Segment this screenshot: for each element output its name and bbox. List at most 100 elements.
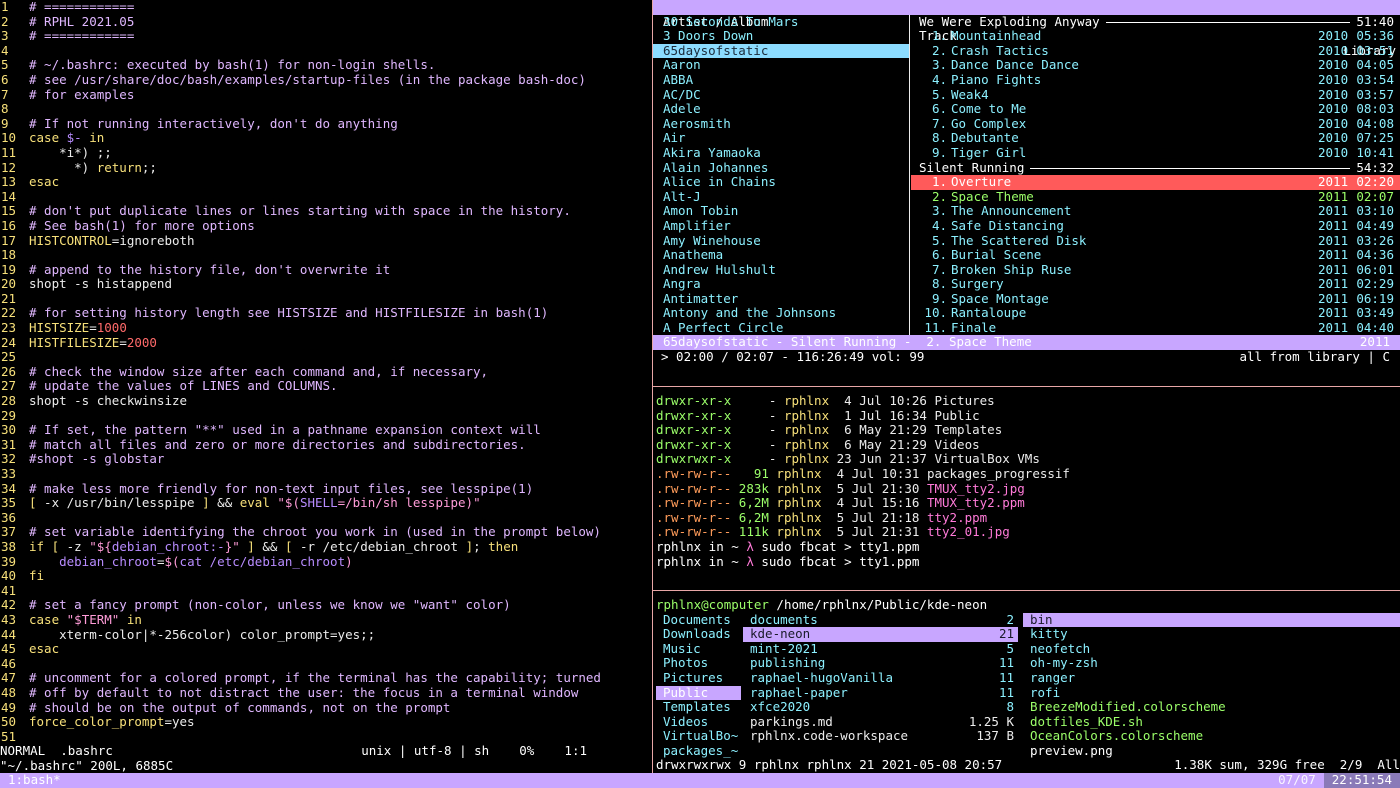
vim-line[interactable]: 13 esac bbox=[0, 175, 652, 190]
vim-line[interactable]: 42 # set a fancy prompt (non-color, unles… bbox=[0, 598, 652, 613]
vim-line[interactable]: 38 if [ -z "${debian_chroot:-}" ] && [ -r… bbox=[0, 540, 652, 555]
ls-filename[interactable]: Public bbox=[934, 409, 979, 423]
track-row[interactable]: 7. Go Complex 2010 04:08 bbox=[911, 116, 1400, 132]
vim-line[interactable]: 27 # update the values of LINES and COLUM… bbox=[0, 379, 652, 394]
ls-filename[interactable]: tty2.ppm bbox=[927, 511, 987, 525]
vim-line[interactable]: 4 bbox=[0, 44, 652, 59]
vim-line[interactable]: 3 # ============ bbox=[0, 29, 652, 44]
artist-item[interactable]: Akira Yamaoka bbox=[653, 145, 909, 161]
track-row[interactable]: 6. Burial Scene 2011 04:36 bbox=[911, 247, 1400, 263]
ranger-entry[interactable]: Templates bbox=[656, 700, 741, 715]
vim-line[interactable]: 45 esac bbox=[0, 642, 652, 657]
cmus-pane[interactable]: Artist / Album Track Library 30 Seconds … bbox=[653, 0, 1400, 370]
ranger-entry[interactable]: Videos bbox=[656, 715, 741, 730]
artist-item[interactable]: ABBA bbox=[653, 72, 909, 88]
ranger-entry[interactable]: Music bbox=[656, 642, 741, 657]
track-row[interactable]: 8. Debutante 2010 07:25 bbox=[911, 131, 1400, 146]
artist-item[interactable]: Air bbox=[653, 131, 909, 146]
vim-line[interactable]: 10 case $- in bbox=[0, 131, 652, 146]
track-row[interactable]: 4. Safe Distancing 2011 04:49 bbox=[911, 218, 1400, 234]
vim-line[interactable]: 22 # for setting history length see HISTS… bbox=[0, 306, 652, 321]
artist-item[interactable]: AC/DC bbox=[653, 87, 909, 103]
ls-filename[interactable]: Templates bbox=[934, 423, 1002, 437]
vim-line[interactable]: 20 shopt -s histappend bbox=[0, 277, 652, 292]
vim-line[interactable]: 35 [ -x /usr/bin/lesspipe ] && eval "$(SH… bbox=[0, 496, 652, 511]
cmus-artist-list[interactable]: 30 Seconds To Mars 3 Doors Down 65daysofst… bbox=[653, 14, 909, 336]
vim-line[interactable]: 49 # should be on the output of commands,… bbox=[0, 701, 652, 716]
vim-line[interactable]: 9 # If not running interactively, don't d… bbox=[0, 117, 652, 132]
vim-line[interactable]: 23 HISTSIZE=1000 bbox=[0, 321, 652, 336]
track-row[interactable]: 3. The Announcement 2011 03:10 bbox=[911, 204, 1400, 219]
vim-line[interactable]: 30 # If set, the pattern "**" used in a p… bbox=[0, 423, 652, 438]
shell-prompt-line[interactable]: rphlnx in ~ λ sudo fbcat > tty1.ppm bbox=[656, 555, 1400, 570]
vim-line[interactable]: 46 bbox=[0, 657, 652, 672]
ranger-entry[interactable]: xfce2020 8 bbox=[743, 700, 1018, 715]
pane-divider-horizontal[interactable] bbox=[653, 590, 1400, 591]
artist-item[interactable]: Amon Tobin bbox=[653, 204, 909, 219]
artist-item[interactable]: Amy Winehouse bbox=[653, 233, 909, 249]
ranger-entry[interactable]: Downloads bbox=[656, 627, 741, 642]
vim-line[interactable]: 5 # ~/.bashrc: executed by bash(1) for no… bbox=[0, 58, 652, 73]
vim-line[interactable]: 14 bbox=[0, 190, 652, 205]
vim-line[interactable]: 48 # off by default to not distract the u… bbox=[0, 686, 652, 701]
vim-line[interactable]: 25 bbox=[0, 350, 652, 365]
artist-item[interactable]: Antony and the Johnsons bbox=[653, 306, 909, 321]
track-row[interactable]: 7. Broken Ship Ruse 2011 06:01 bbox=[911, 262, 1400, 278]
ranger-entry[interactable]: VirtualBo~ bbox=[656, 729, 741, 744]
artist-item[interactable]: Alt-J bbox=[653, 189, 909, 205]
artist-item[interactable]: Adele bbox=[653, 102, 909, 117]
track-row[interactable]: 1. Overture 2011 02:20 bbox=[911, 175, 1400, 190]
ranger-parent-column[interactable]: Documents Downloads Music Photos Pictures Pub… bbox=[656, 613, 741, 759]
ranger-entry[interactable]: documents 2 bbox=[743, 612, 1018, 628]
ranger-preview-entry[interactable]: kitty bbox=[1023, 627, 1400, 642]
vim-line[interactable]: 44 xterm-color|*-256color) color_prompt=… bbox=[0, 628, 652, 643]
vim-line[interactable]: 24 HISTFILESIZE=2000 bbox=[0, 336, 652, 351]
ls-filename[interactable]: Videos bbox=[934, 438, 979, 452]
artist-item[interactable]: Aaron bbox=[653, 58, 909, 73]
ranger-pane[interactable]: rphlnx@computer /home/rphlnx/Public/kde-… bbox=[653, 598, 1400, 773]
vim-buffer[interactable]: 1 # ============ 2 # RPHL 2021.05 3 # =======… bbox=[0, 0, 652, 744]
vim-line[interactable]: 12 *) return;; bbox=[0, 161, 652, 176]
ls-filename[interactable]: VirtualBox VMs bbox=[934, 452, 1039, 466]
ranger-entry[interactable]: parkings.md 1.25 K bbox=[743, 714, 1018, 730]
vim-line[interactable]: 15 # don't put duplicate lines or lines s… bbox=[0, 204, 652, 219]
vim-line[interactable]: 8 bbox=[0, 102, 652, 117]
artist-item[interactable]: Andrew Hulshult bbox=[653, 262, 909, 278]
ranger-preview-entry[interactable]: bin bbox=[1023, 612, 1400, 628]
vim-line[interactable]: 31 # match all files and zero or more dir… bbox=[0, 438, 652, 453]
artist-item[interactable]: 30 Seconds To Mars bbox=[653, 14, 909, 30]
track-row[interactable]: 9. Tiger Girl 2010 10:41 bbox=[911, 145, 1400, 161]
ranger-preview-entry[interactable]: neofetch bbox=[1023, 642, 1400, 657]
vim-line[interactable]: 41 bbox=[0, 584, 652, 599]
ranger-preview-column[interactable]: bin kitty neofetch oh-my-zsh ranger rofi Breez… bbox=[1023, 612, 1400, 759]
track-row[interactable]: 10. Rantaloupe 2011 03:49 bbox=[911, 306, 1400, 321]
track-row[interactable]: 3. Dance Dance Dance 2010 04:05 bbox=[911, 58, 1400, 73]
artist-item[interactable]: Aerosmith bbox=[653, 116, 909, 132]
vim-line[interactable]: 37 # set variable identifying the chroot … bbox=[0, 525, 652, 540]
vim-line[interactable]: 2 # RPHL 2021.05 bbox=[0, 15, 652, 30]
vim-line[interactable]: 16 # See bash(1) for more options bbox=[0, 219, 652, 234]
vim-line[interactable]: 32 #shopt -s globstar bbox=[0, 452, 652, 467]
vim-line[interactable]: 21 bbox=[0, 292, 652, 307]
artist-item[interactable]: Alice in Chains bbox=[653, 175, 909, 190]
artist-item[interactable]: 3 Doors Down bbox=[653, 29, 909, 44]
ranger-preview-entry[interactable]: oh-my-zsh bbox=[1023, 656, 1400, 671]
vim-line[interactable]: 26 # check the window size after each com… bbox=[0, 365, 652, 380]
ranger-entry[interactable]: Photos bbox=[656, 656, 741, 671]
artist-item[interactable]: Angra bbox=[653, 277, 909, 292]
ranger-entry[interactable]: publishing 11 bbox=[743, 656, 1018, 671]
track-row[interactable]: 4. Piano Fights 2010 03:54 bbox=[911, 72, 1400, 88]
ranger-entry[interactable]: raphael-hugoVanilla 11 bbox=[743, 670, 1018, 686]
artist-item[interactable]: Antimatter bbox=[653, 291, 909, 307]
vim-line[interactable]: 33 bbox=[0, 467, 652, 482]
ranger-preview-entry[interactable]: dotfiles_KDE.sh bbox=[1023, 715, 1400, 730]
ranger-entry[interactable]: kde-neon 21 bbox=[743, 627, 1018, 642]
artist-item[interactable]: Amplifier bbox=[653, 218, 909, 234]
ranger-entry[interactable]: raphael-paper 11 bbox=[743, 685, 1018, 701]
pane-divider-horizontal[interactable] bbox=[653, 386, 1400, 387]
vim-line[interactable]: 6 # see /usr/share/doc/bash/examples/star… bbox=[0, 73, 652, 88]
ranger-entry[interactable]: Documents bbox=[656, 613, 741, 628]
track-row[interactable]: 2. Crash Tactics 2010 03:51 bbox=[911, 43, 1400, 59]
vim-line[interactable]: 7 # for examples bbox=[0, 88, 652, 103]
track-row[interactable]: 8. Surgery 2011 02:29 bbox=[911, 277, 1400, 292]
